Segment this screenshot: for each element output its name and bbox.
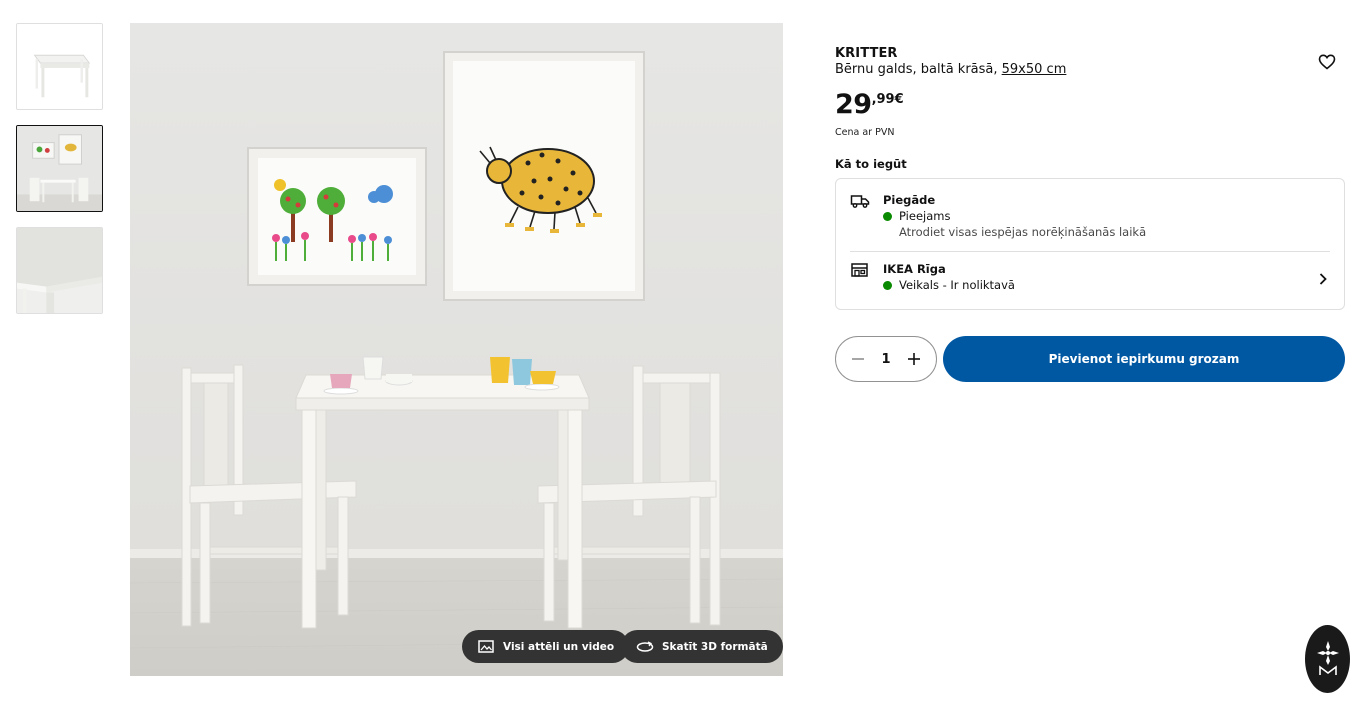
view-all-media-label: Visi attēli un video (503, 640, 615, 653)
store-status: Veikals - Ir noliktavā (899, 278, 1015, 292)
favorite-button[interactable] (1318, 54, 1338, 72)
store-status-dot (883, 280, 892, 290)
delivery-status: Pieejams (899, 209, 951, 223)
thumbnail-table-front-image (17, 24, 102, 109)
thumbnail-1[interactable] (16, 23, 103, 110)
product-size-link[interactable]: 59x50 cm (1002, 62, 1067, 77)
vat-note: Cena ar PVN (835, 127, 895, 138)
view-all-media-button[interactable]: Visi attēli un video (462, 630, 630, 663)
delivery-option[interactable]: Piegāde Pieejams Atrodiet visas iespējas… (850, 193, 1330, 239)
quantity-stepper: 1 (835, 336, 937, 382)
product-room-scene (130, 23, 783, 676)
product-description-text: Bērnu galds, baltā krāsā, (835, 62, 998, 77)
store-status-line: Veikals - Ir noliktavā (883, 278, 1015, 292)
thumbnail-table-detail-image (17, 228, 102, 313)
plus-icon (907, 353, 920, 365)
delivery-note: Atrodiet visas iespējas norēķināšanās la… (899, 225, 1147, 239)
quantity-value[interactable]: 1 (881, 352, 890, 367)
price-integer: 29 (835, 89, 872, 120)
product-price: 29 ,99€ (835, 91, 1345, 118)
product-brand: KRITTER (835, 46, 898, 61)
delivery-title: Piegāde (883, 193, 936, 207)
thumbnail-2[interactable] (16, 125, 103, 212)
add-to-cart-button[interactable]: Pievienot iepirkumu grozam (943, 336, 1345, 382)
store-text: IKEA Rīga Veikals - Ir noliktavā (883, 262, 1015, 292)
chat-assistant-button[interactable] (1305, 625, 1350, 693)
product-description: Bērnu galds, baltā krāsā, 59x50 cm (835, 62, 1345, 77)
view-3d-label: Skatīt 3D formātā (662, 640, 768, 653)
view-3d-button[interactable]: Skatīt 3D formātā (621, 630, 783, 663)
store-title: IKEA Rīga (883, 262, 946, 276)
fulfilment-heading: Kā to iegūt (835, 157, 907, 171)
store-option[interactable]: IKEA Rīga Veikals - Ir noliktavā (850, 262, 1330, 292)
chevron-right-icon[interactable] (1318, 271, 1328, 285)
gallery-icon (477, 640, 495, 654)
thumbnail-room-scene-image (17, 126, 102, 211)
increase-quantity-button[interactable] (906, 351, 922, 367)
delivery-text: Piegāde Pieejams Atrodiet visas iespējas… (883, 193, 1146, 239)
price-decimal: ,99€ (871, 92, 904, 107)
rotate-3d-icon (636, 640, 654, 654)
main-product-image[interactable]: Visi attēli un video Skatīt 3D formātā (130, 23, 783, 676)
thumbnail-3[interactable] (16, 227, 103, 314)
availability-box: Piegāde Pieejams Atrodiet visas iespējas… (835, 178, 1345, 310)
truck-icon (850, 193, 870, 211)
decrease-quantity-button[interactable] (850, 351, 866, 367)
minus-icon (852, 358, 864, 360)
delivery-status-dot (883, 211, 892, 221)
assistant-logo-icon (1316, 641, 1339, 675)
availability-divider (850, 251, 1330, 252)
delivery-status-line: Pieejams (883, 209, 1146, 223)
product-info: KRITTER Bērnu galds, baltā krāsā, 59x50 … (835, 46, 1345, 171)
heart-icon (1318, 54, 1336, 70)
store-icon (850, 262, 870, 280)
